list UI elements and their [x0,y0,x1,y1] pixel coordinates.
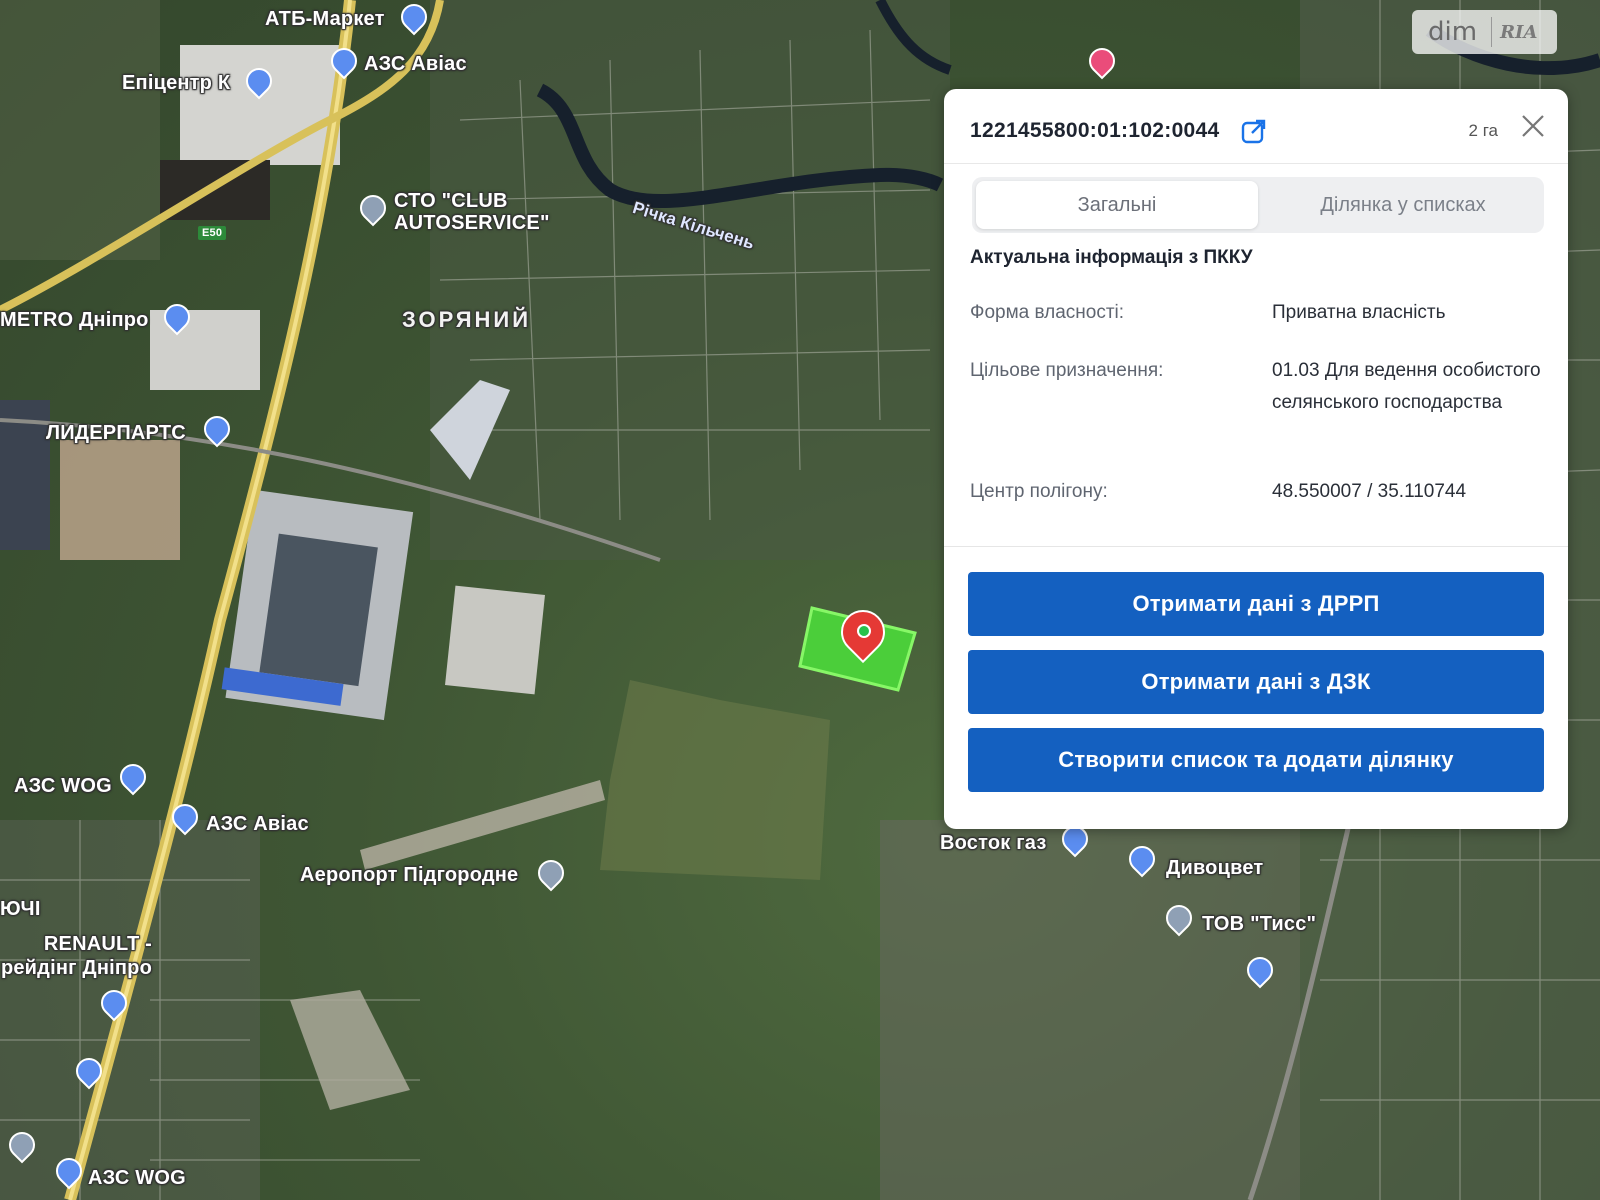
dimria-watermark: dim RIA [1412,10,1557,54]
create-list-add-parcel-button[interactable]: Створити список та додати ділянку [968,728,1544,792]
watermark-dim: dim [1428,17,1478,47]
label-metro: METRO Дніпро [0,309,149,331]
label-airport: Аеропорт Підгородне [300,864,519,886]
parcel-info-panel: 1221455800:01:102:0044 2 га Загальні Діл… [944,89,1568,829]
info-row-ownership: Форма власності: Приватна власність [970,297,1550,329]
panel-tabs: Загальні Ділянка у списках [972,177,1544,233]
header-divider [944,163,1568,164]
info-value: Приватна власність [1272,302,1446,323]
get-drrp-data-button[interactable]: Отримати дані з ДРРП [968,572,1544,636]
info-key: Цільове призначення: [970,360,1164,381]
info-row-center: Центр полігону: 48.550007 / 35.110744 [970,476,1550,508]
label-azs-wog-2: АЗС WOG [88,1167,186,1189]
section-divider [944,546,1568,547]
label-atb: АТБ-Маркет [265,8,385,30]
tab-general[interactable]: Загальні [976,181,1258,229]
label-epicentr: Епіцентр К [122,72,231,94]
watermark-ria: RIA [1500,21,1538,43]
info-key: Центр полігону: [970,481,1108,502]
label-azs-wog-1: АЗС WOG [14,775,112,797]
label-yuchi: ЮЧІ [0,898,41,920]
parcel-marker-dot [857,624,871,638]
info-value: 01.03 Для ведення особистого селянського… [1272,360,1541,413]
close-icon[interactable] [1518,111,1548,141]
cadastral-number: 1221455800:01:102:0044 [970,119,1220,142]
parcel-area: 2 га [1468,121,1498,140]
info-row-purpose: Цільове призначення: 01.03 Для ведення о… [970,355,1550,419]
label-sto: СТО "CLUB AUTOSERVICE" [394,190,550,234]
label-liderparts: ЛИДЕРПАРТС [46,422,186,444]
info-key: Форма власності: [970,302,1125,323]
label-tov: ТОВ "Тисс" [1202,913,1317,935]
label-azs-avias-2: АЗС Авіас [206,813,309,835]
get-dzk-data-button[interactable]: Отримати дані з ДЗК [968,650,1544,714]
highway-e50-label: E50 [198,226,227,240]
label-avias-top: АЗС Авіас [364,53,467,75]
label-zoryanyi: ЗОРЯНИЙ [402,307,532,332]
tab-parcel-in-lists[interactable]: Ділянка у списках [1262,177,1544,233]
info-value: 48.550007 / 35.110744 [1272,481,1467,502]
label-renault: RENAULT - рейдінг Дніпро [0,933,152,979]
watermark-divider [1491,17,1493,47]
external-link-icon[interactable] [1241,118,1267,144]
panel-header: 1221455800:01:102:0044 2 га [970,111,1548,151]
section-title: Актуальна інформація з ПККУ [970,247,1253,268]
label-dyvotsvet: Дивоцвет [1166,857,1264,879]
label-vostok: Восток газ [940,832,1047,854]
